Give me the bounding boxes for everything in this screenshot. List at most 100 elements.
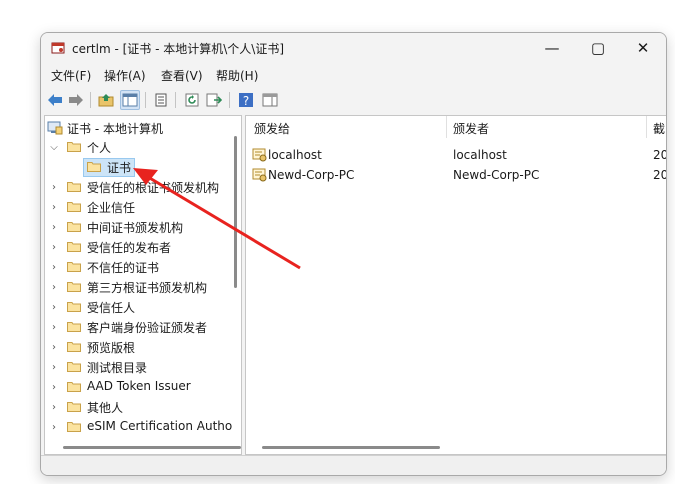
- chevron-right-icon[interactable]: ›: [49, 418, 59, 436]
- toolbar: ?: [41, 88, 666, 112]
- show-hide-tree-icon: [122, 93, 138, 107]
- toolbar-separator: [90, 92, 91, 108]
- tree-item-store[interactable]: › 其他人: [49, 398, 235, 416]
- computer-cert-icon: [47, 121, 63, 135]
- tree-item-label: AAD Token Issuer: [87, 379, 191, 393]
- chevron-right-icon[interactable]: ›: [49, 318, 59, 336]
- tree-root[interactable]: 证书 - 本地计算机: [47, 119, 237, 137]
- up-button[interactable]: [96, 90, 116, 110]
- chevron-right-icon[interactable]: ›: [49, 358, 59, 376]
- close-button[interactable]: ✕: [621, 33, 665, 63]
- tree-item-store[interactable]: › 预览版根: [49, 338, 235, 356]
- folder-icon: [67, 282, 81, 292]
- toolbar-separator: [175, 92, 176, 108]
- tree-item-label: 预览版根: [87, 341, 136, 355]
- forward-icon: [69, 94, 83, 106]
- properties-button[interactable]: [151, 90, 171, 110]
- cell-issued-to: localhost: [268, 148, 322, 162]
- tree-item-label: eSIM Certification Autho: [87, 419, 233, 433]
- table-row[interactable]: localhost localhost 20: [250, 146, 667, 166]
- tree-item-store[interactable]: › 客户端身份验证颁发者: [49, 318, 235, 336]
- chevron-right-icon[interactable]: ›: [49, 278, 59, 296]
- maximize-button[interactable]: ▢: [576, 33, 620, 63]
- chevron-right-icon[interactable]: ›: [49, 398, 59, 416]
- show-hide-tree-button[interactable]: [120, 90, 140, 110]
- chevron-down-icon[interactable]: ⌵: [49, 138, 59, 156]
- cell-expiration: 20: [653, 148, 667, 162]
- folder-icon: [67, 382, 81, 392]
- tree-item-store[interactable]: › 第三方根证书颁发机构: [49, 278, 235, 296]
- tree-item-store[interactable]: › 受信任的根证书颁发机构: [49, 178, 235, 196]
- tree-item-label: 中间证书颁发机构: [87, 221, 184, 235]
- refresh-button[interactable]: [182, 90, 202, 110]
- chevron-right-icon[interactable]: ›: [49, 298, 59, 316]
- tree-item-personal-certificates[interactable]: 证书: [83, 158, 143, 177]
- column-issued-to[interactable]: 颁发给: [254, 120, 290, 142]
- chevron-right-icon[interactable]: ›: [49, 178, 59, 196]
- tree-item-store[interactable]: › 中间证书颁发机构: [49, 218, 235, 236]
- menu-help[interactable]: 帮助(H): [216, 67, 258, 84]
- menu-action[interactable]: 操作(A): [104, 67, 146, 84]
- folder-icon: [67, 362, 81, 372]
- cell-issued-to: Newd-Corp-PC: [268, 168, 355, 182]
- chevron-right-icon[interactable]: ›: [49, 238, 59, 256]
- tree-root-label: 证书 - 本地计算机: [67, 122, 163, 136]
- show-pane-button[interactable]: [260, 90, 280, 110]
- tree-item-store[interactable]: › 受信任的发布者: [49, 238, 235, 256]
- tree-horizontal-scrollbar[interactable]: [63, 446, 241, 449]
- folder-icon: [67, 302, 81, 312]
- help-button[interactable]: ?: [236, 90, 256, 110]
- tree-item-label: 其他人: [87, 401, 124, 415]
- menu-bar: 文件(F) 操作(A) 查看(V) 帮助(H): [41, 65, 666, 85]
- tree-item-store[interactable]: › 受信任人: [49, 298, 235, 316]
- column-expiration[interactable]: 截: [653, 120, 665, 142]
- tree-vertical-scrollbar[interactable]: [234, 136, 237, 288]
- cell-issued-by: Newd-Corp-PC: [453, 168, 540, 182]
- tree-item-label: 受信任的发布者: [87, 241, 172, 255]
- tree-item-store[interactable]: › 不信任的证书: [49, 258, 235, 276]
- minimize-button[interactable]: —: [530, 33, 574, 63]
- show-pane-icon: [262, 93, 278, 107]
- back-button[interactable]: [45, 90, 65, 110]
- folder-icon: [67, 202, 81, 212]
- tree-item-label: 企业信任: [87, 201, 136, 215]
- tree-item-store[interactable]: › 测试根目录: [49, 358, 235, 376]
- chevron-right-icon[interactable]: ›: [49, 378, 59, 396]
- tree-item-store[interactable]: › AAD Token Issuer: [49, 378, 235, 396]
- menu-file[interactable]: 文件(F): [51, 67, 91, 84]
- folder-icon: [67, 222, 81, 232]
- column-issued-by[interactable]: 颁发者: [453, 120, 489, 142]
- tree-item-personal[interactable]: ⌵ 个人: [49, 138, 237, 156]
- toolbar-separator: [229, 92, 230, 108]
- column-divider[interactable]: [446, 116, 447, 138]
- folder-icon: [67, 402, 81, 412]
- menu-view[interactable]: 查看(V): [161, 67, 203, 84]
- folder-icon: [87, 162, 101, 172]
- folder-icon: [67, 182, 81, 192]
- properties-icon: [155, 93, 167, 107]
- chevron-right-icon[interactable]: ›: [49, 338, 59, 356]
- certificate-icon: [252, 148, 267, 162]
- column-divider[interactable]: [646, 116, 647, 138]
- export-list-button[interactable]: [204, 90, 224, 110]
- console-tree[interactable]: 证书 - 本地计算机 ⌵ 个人 证书 › 受信任的根证书颁发机构 › 企业信任 › 中间证…: [44, 115, 242, 455]
- certificate-list[interactable]: 颁发给 ˄ 颁发者 截 localhost localhost 20 Newd-…: [245, 115, 667, 455]
- status-bar: [41, 455, 666, 475]
- tree-item-label: 受信任人: [87, 301, 136, 315]
- tree-item-store[interactable]: › 企业信任: [49, 198, 235, 216]
- certificate-manager-icon: [51, 42, 65, 54]
- folder-icon: [67, 342, 81, 352]
- tree-item-label: 测试根目录: [87, 361, 148, 375]
- svg-text:?: ?: [243, 94, 249, 108]
- cell-expiration: 20: [653, 168, 667, 182]
- certlm-window: certlm - [证书 - 本地计算机\个人\证书] — ▢ ✕ 文件(F) …: [40, 32, 667, 476]
- forward-button[interactable]: [66, 90, 86, 110]
- tree-item-label: 受信任的根证书颁发机构: [87, 181, 220, 195]
- chevron-right-icon[interactable]: ›: [49, 258, 59, 276]
- table-row[interactable]: Newd-Corp-PC Newd-Corp-PC 20: [250, 166, 667, 186]
- list-horizontal-scrollbar[interactable]: [262, 446, 440, 449]
- tree-item-label: 客户端身份验证颁发者: [87, 321, 208, 335]
- chevron-right-icon[interactable]: ›: [49, 218, 59, 236]
- tree-item-store[interactable]: › eSIM Certification Autho: [49, 418, 235, 436]
- chevron-right-icon[interactable]: ›: [49, 198, 59, 216]
